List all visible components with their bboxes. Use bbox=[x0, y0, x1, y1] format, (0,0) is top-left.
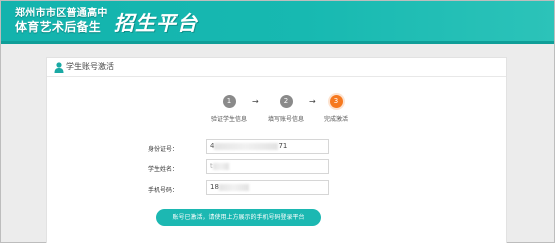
phone-label: 手机号码： bbox=[148, 187, 179, 194]
step-1-number: 1 bbox=[222, 95, 236, 108]
brand-title: 郑州市市区普通高中 体育艺术后备生 bbox=[15, 8, 108, 34]
id-number-field[interactable]: 4 71 bbox=[206, 139, 329, 154]
step-1: 1 验证学生信息 bbox=[199, 95, 259, 123]
id-number-suffix: 71 bbox=[278, 142, 288, 150]
phone-field[interactable]: 18 bbox=[206, 180, 329, 195]
browser-frame: 郑州市市区普通高中 体育艺术后备生 招生平台 学生账号激活 1 验证学生信息 →… bbox=[0, 0, 555, 243]
platform-title: 招生平台 bbox=[114, 11, 198, 35]
brand-line-2: 体育艺术后备生 bbox=[15, 20, 102, 34]
step-3-number: 3 bbox=[329, 95, 343, 108]
step-3-label: 完成激活 bbox=[323, 116, 348, 123]
redacted-mask bbox=[212, 162, 229, 170]
id-number-label: 身份证号： bbox=[148, 146, 179, 153]
panel-title: 学生账号激活 bbox=[66, 62, 114, 71]
redacted-mask bbox=[218, 183, 249, 191]
user-icon bbox=[54, 62, 64, 73]
student-name-label: 学生姓名： bbox=[148, 166, 179, 173]
activated-login-button[interactable]: 账号已激活，请使用上方展示的手机号码登录平台 bbox=[156, 209, 321, 226]
step-3: 3 完成激活 bbox=[306, 95, 366, 123]
phone-prefix: 18 bbox=[210, 183, 219, 191]
site-header: 郑州市市区普通高中 体育艺术后备生 招生平台 bbox=[1, 1, 554, 41]
panel-header: 学生账号激活 bbox=[47, 58, 506, 77]
step-2-number: 2 bbox=[279, 95, 293, 108]
header-divider bbox=[1, 41, 554, 44]
student-name-field[interactable]: t bbox=[206, 159, 329, 174]
brand-line-1: 郑州市市区普通高中 bbox=[15, 8, 108, 19]
step-1-label: 验证学生信息 bbox=[210, 116, 247, 123]
redacted-mask bbox=[214, 142, 279, 150]
